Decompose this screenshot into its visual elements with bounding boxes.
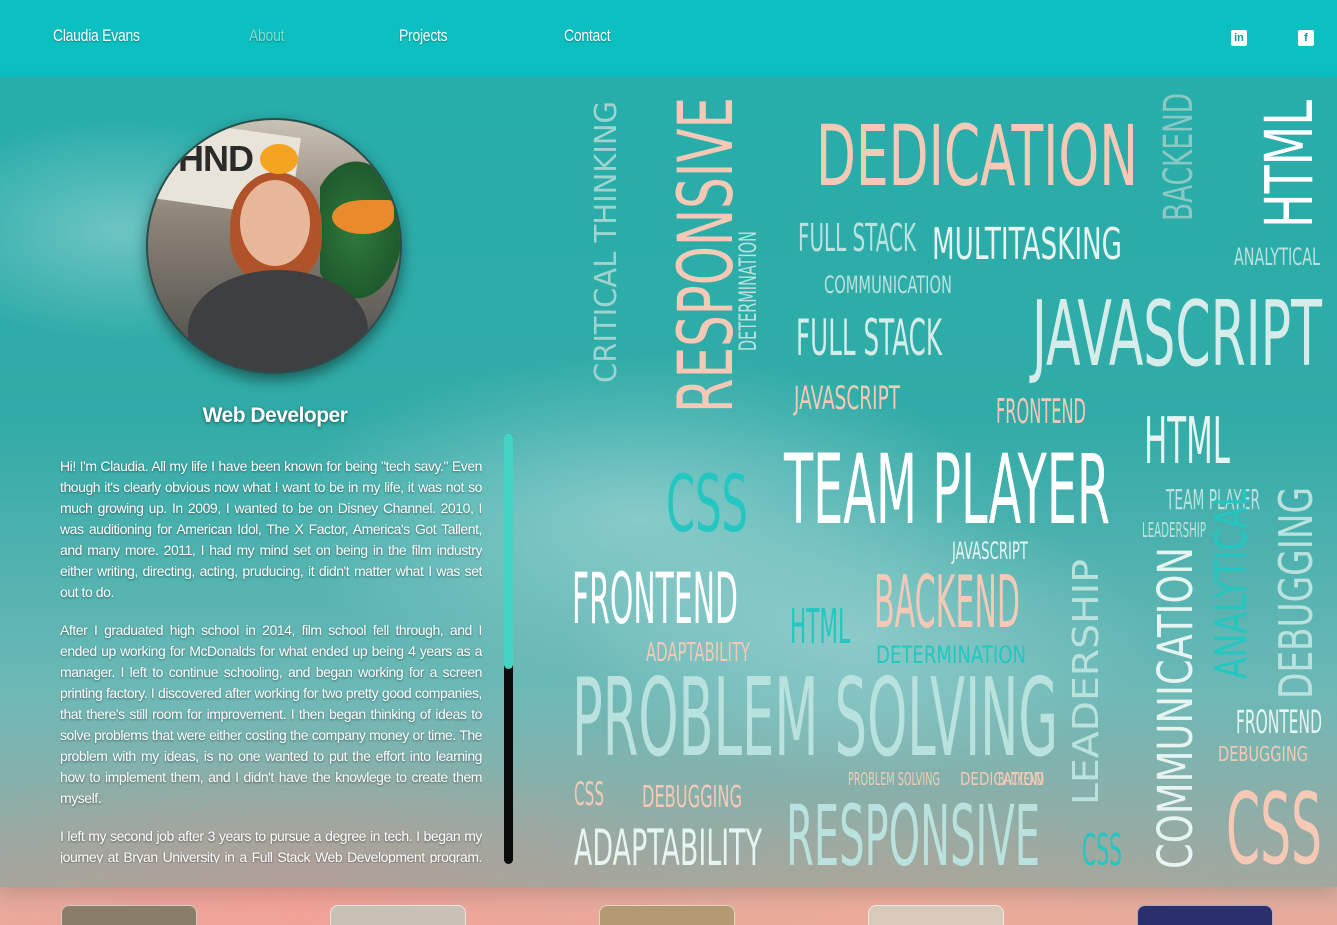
cloud-word: PROBLEM SOLVING bbox=[848, 769, 940, 790]
brand-link[interactable]: Claudia Evans bbox=[53, 26, 140, 46]
cloud-word: BACKEND bbox=[998, 769, 1044, 790]
project-thumb-3[interactable] bbox=[599, 905, 735, 925]
cloud-word: HTML bbox=[1251, 100, 1328, 228]
nav-link-about[interactable]: About bbox=[249, 26, 284, 46]
cloud-word: LEADERSHIP bbox=[1066, 559, 1107, 805]
cloud-word: PROBLEM SOLVING bbox=[572, 656, 1058, 781]
cloud-word: TEAM PLAYER bbox=[784, 434, 1110, 546]
bio-scrollbar-thumb[interactable] bbox=[504, 433, 513, 669]
bio-scrollbar[interactable] bbox=[504, 433, 513, 864]
cloud-word: FRONTEND bbox=[1236, 703, 1322, 741]
cloud-word: CSS bbox=[666, 460, 748, 550]
cloud-word: DEDICATION bbox=[816, 107, 1138, 205]
skills-word-cloud: DEDICATION RESPONSIVE HTML CRITICAL THIN… bbox=[572, 93, 1328, 873]
cloud-word: ANALYTICAL bbox=[1234, 243, 1320, 271]
bio-paragraph: After I graduated high school in 2014, f… bbox=[60, 622, 482, 806]
cloud-word: DETERMINATION bbox=[734, 231, 762, 351]
cloud-word: COMMUNICATION bbox=[824, 271, 952, 299]
role-title: Web Developer bbox=[202, 404, 348, 427]
bio-paragraph: Hi! I'm Claudia. All my life I have been… bbox=[60, 458, 482, 600]
cloud-word: DEBUGGING bbox=[642, 780, 742, 815]
profile-photo: HND bbox=[146, 118, 402, 374]
top-nav: Claudia Evans About Projects Contact in … bbox=[0, 0, 1337, 77]
cloud-word: MULTITASKING bbox=[932, 219, 1122, 270]
cloud-word: BACKEND bbox=[874, 560, 1020, 644]
cloud-word: ANALYTICAL bbox=[1206, 489, 1257, 679]
cloud-word: FULL STACK bbox=[798, 216, 917, 260]
bio-paragraph: I left my second job after 3 years to pu… bbox=[60, 828, 482, 863]
word-cloud-svg: DEDICATION RESPONSIVE HTML CRITICAL THIN… bbox=[572, 93, 1328, 873]
cloud-word: COMMUNICATION bbox=[1148, 547, 1204, 869]
cloud-word: FULL STACK bbox=[796, 309, 943, 367]
photo-parrot bbox=[260, 144, 298, 174]
cloud-word: BACKEND bbox=[1156, 93, 1202, 221]
cloud-word: LEADERSHIP bbox=[1142, 518, 1206, 542]
nav-link-contact[interactable]: Contact bbox=[564, 26, 611, 46]
bio-text[interactable]: Hi! I'm Claudia. All my life I have been… bbox=[60, 456, 482, 863]
facebook-icon[interactable]: f bbox=[1298, 30, 1314, 46]
project-thumb-4[interactable] bbox=[868, 905, 1004, 925]
cloud-word: RESPONSIVE bbox=[786, 787, 1040, 873]
cloud-word: DEBUGGING bbox=[1269, 487, 1323, 699]
project-thumb-5[interactable] bbox=[1137, 905, 1273, 925]
cloud-word: JAVASCRIPT bbox=[1029, 282, 1322, 387]
linkedin-icon[interactable]: in bbox=[1231, 30, 1247, 46]
nav-link-projects[interactable]: Projects bbox=[399, 26, 448, 46]
cloud-word: CSS bbox=[1082, 825, 1122, 873]
cloud-word: CRITICAL THINKING bbox=[589, 101, 624, 383]
photo-face bbox=[240, 180, 310, 266]
cloud-word: HTML bbox=[790, 599, 850, 655]
photo-toucan bbox=[332, 200, 394, 234]
project-thumb-1[interactable] bbox=[61, 905, 197, 925]
project-thumb-2[interactable] bbox=[330, 905, 466, 925]
cloud-word: DEBUGGING bbox=[1218, 742, 1308, 766]
cloud-word: HTML bbox=[1144, 405, 1230, 479]
photo-sign-text: HND bbox=[178, 138, 254, 179]
cloud-word: CSS bbox=[574, 775, 604, 813]
cloud-word: CSS bbox=[1226, 773, 1322, 873]
cloud-word: JAVASCRIPT bbox=[793, 379, 900, 417]
cloud-word: FRONTEND bbox=[572, 558, 738, 640]
cloud-word: FRONTEND bbox=[996, 392, 1086, 432]
cloud-word: ADAPTABILITY bbox=[574, 819, 762, 873]
